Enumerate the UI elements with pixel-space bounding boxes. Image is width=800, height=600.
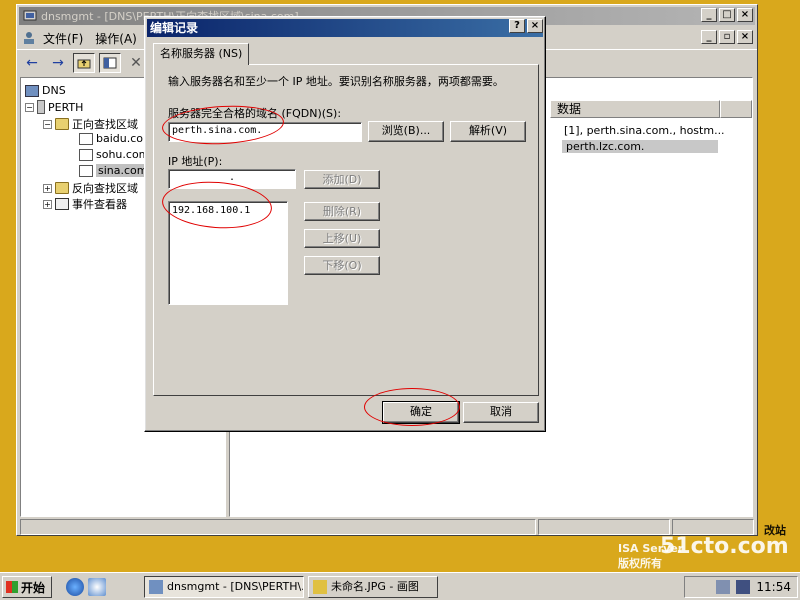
task-label: dnsmgmt - [DNS\PERTH\... (167, 580, 304, 593)
zone-icon (79, 164, 93, 177)
menu-file[interactable]: 文件(F) (37, 30, 89, 47)
watermark-isa: ISA Server (618, 542, 684, 555)
event-viewer-icon (55, 198, 69, 210)
tree-node-dns[interactable]: DNS (25, 84, 66, 97)
volume-icon[interactable] (736, 580, 751, 594)
system-tray: 11:54 (684, 576, 798, 598)
task-label: 未命名.JPG - 画图 (331, 580, 419, 593)
add-button[interactable]: 添加(D) (304, 170, 380, 189)
clock[interactable]: 11:54 (756, 580, 791, 594)
start-label: 开始 (21, 580, 46, 595)
close-button[interactable]: × (737, 8, 753, 22)
status-panel (538, 519, 670, 535)
mmc-icon (23, 9, 37, 23)
tree-label-event-viewer: 事件查看器 (72, 198, 127, 211)
back-arrow-icon[interactable]: ← (21, 53, 43, 73)
tree-node-zone-sohu[interactable]: sohu.com (79, 148, 149, 161)
move-up-button[interactable]: 上移(U) (304, 229, 380, 248)
status-panel (20, 519, 536, 535)
edit-record-dialog: 编辑记录 ? × 名称服务器 (NS) 输入服务器名和至少一个 IP 地址。要识… (144, 16, 546, 432)
up-folder-icon[interactable] (73, 52, 95, 73)
status-bar (20, 519, 754, 535)
console-icon (21, 31, 37, 45)
ip-list-item[interactable]: 192.168.100.1 (172, 205, 284, 216)
watermark-partial: 改站 (764, 524, 786, 537)
folder-icon (55, 118, 69, 130)
zone-icon (79, 148, 93, 161)
expand-icon[interactable]: + (43, 183, 52, 193)
fqdn-label: 服务器完全合格的域名 (FQDN)(S): (168, 107, 342, 120)
tree-node-zone-baidu[interactable]: baidu.com (79, 132, 154, 145)
taskbar-button-paint[interactable]: 未命名.JPG - 画图 (308, 576, 438, 598)
ip-address-input[interactable]: . (168, 169, 296, 189)
remove-button[interactable]: 删除(R) (304, 202, 380, 221)
mdi-restore-button[interactable]: ▫ (719, 30, 735, 44)
tree-node-event-viewer[interactable]: + 事件查看器 (43, 196, 127, 212)
move-down-button[interactable]: 下移(O) (304, 256, 380, 275)
tree-node-reverse-zone[interactable]: + 反向查找区域 (43, 180, 138, 196)
start-button[interactable]: 开始 (2, 576, 52, 598)
browse-button[interactable]: 浏览(B)... (368, 121, 444, 142)
help-button[interactable]: ? (509, 19, 525, 33)
network-icon[interactable] (716, 580, 731, 594)
mdi-close-button[interactable]: × (737, 30, 753, 44)
column-header-empty[interactable] (720, 100, 752, 118)
ip-address-list[interactable]: 192.168.100.1 (168, 201, 288, 305)
forward-arrow-icon[interactable]: → (47, 53, 69, 73)
tree-node-perth[interactable]: − PERTH (25, 100, 83, 114)
instruction-text: 输入服务器名和至少一个 IP 地址。要识别名称服务器，两项都需要。 (168, 75, 504, 88)
windows-logo-icon (6, 581, 18, 593)
show-tree-icon[interactable] (99, 52, 121, 73)
minimize-button[interactable]: _ (701, 8, 717, 22)
taskbar-button-dnsmgmt[interactable]: dnsmgmt - [DNS\PERTH\... (144, 576, 304, 598)
ok-button[interactable]: 确定 (382, 401, 460, 424)
server-icon (37, 100, 45, 114)
resolve-button[interactable]: 解析(V) (450, 121, 526, 142)
record-data-cell[interactable]: [1], perth.sina.com., hostm... (564, 124, 725, 137)
tree-label-zone-selected: sina.com (96, 164, 150, 177)
tree-label-forward-zone: 正向查找区域 (72, 118, 138, 131)
dialog-close-button[interactable]: × (527, 19, 543, 33)
paint-icon (313, 580, 327, 594)
status-panel (672, 519, 754, 535)
tree-label-perth: PERTH (48, 100, 84, 114)
tree-label-dns: DNS (42, 84, 66, 97)
mmc-icon (149, 580, 163, 594)
column-header-data[interactable]: 数据 (550, 100, 720, 118)
record-data-cell-selected[interactable]: perth.lzc.com. (562, 140, 718, 153)
tree-node-zone-sina[interactable]: sina.com (79, 164, 150, 177)
ie-icon[interactable] (66, 578, 84, 596)
taskbar: 开始 dnsmgmt - [DNS\PERTH\... 未命名.JPG - 画图… (0, 572, 800, 600)
zone-icon (79, 132, 93, 145)
cancel-button[interactable]: 取消 (463, 402, 539, 423)
explorer-icon[interactable] (88, 578, 106, 596)
watermark-rights: 版权所有 (618, 557, 662, 570)
menu-action[interactable]: 操作(A) (89, 30, 143, 47)
dns-icon (25, 84, 39, 97)
tab-name-server[interactable]: 名称服务器 (NS) (153, 43, 250, 65)
expand-icon[interactable]: + (43, 199, 52, 209)
tree-label-reverse-zone: 反向查找区域 (72, 182, 138, 195)
tab-panel: 输入服务器名和至少一个 IP 地址。要识别名称服务器，两项都需要。 服务器完全合… (153, 64, 539, 396)
collapse-icon[interactable]: − (43, 119, 52, 129)
fqdn-input[interactable]: perth.sina.com. (168, 122, 362, 142)
collapse-icon[interactable]: − (25, 102, 34, 112)
ip-address-label: IP 地址(P): (168, 155, 223, 168)
mdi-minimize-button[interactable]: _ (701, 30, 717, 44)
tree-label-zone: sohu.com (96, 148, 150, 161)
dialog-title: 编辑记录 (147, 19, 543, 37)
folder-icon (55, 182, 69, 194)
maximize-button[interactable]: □ (719, 8, 735, 22)
tree-node-forward-zone[interactable]: − 正向查找区域 (43, 116, 138, 132)
